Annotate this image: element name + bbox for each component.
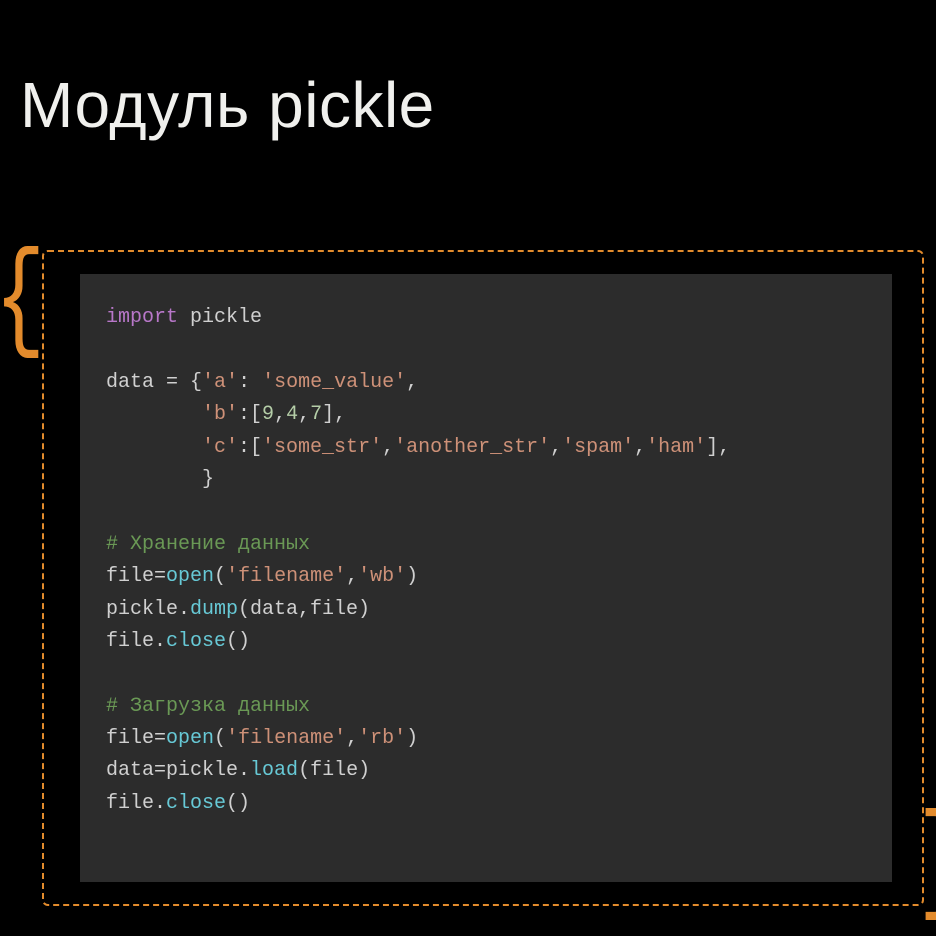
op-eq: = [154, 759, 166, 782]
id-file: file. [106, 792, 166, 815]
fn-close: close [166, 630, 226, 653]
slide-title: Модуль pickle [20, 68, 435, 142]
punc: ) [406, 727, 418, 750]
str-filename: 'filename' [226, 727, 346, 750]
punc: , [634, 436, 646, 459]
fn-open: open [166, 565, 214, 588]
punc: : [238, 371, 262, 394]
str-c: 'c' [202, 436, 238, 459]
punc: , [382, 436, 394, 459]
code-frame-wrapper: { } import pickle data = {'a': 'some_val… [42, 250, 924, 906]
str-ham: 'ham' [646, 436, 706, 459]
comment-store: # Хранение данных [106, 533, 310, 556]
fn-load: load [250, 759, 298, 782]
indent [106, 403, 202, 426]
num-7: 7 [310, 403, 322, 426]
code-block: import pickle data = {'a': 'some_value',… [80, 274, 892, 882]
num-9: 9 [262, 403, 274, 426]
str-wb: 'wb' [358, 565, 406, 588]
punc: :[ [238, 403, 262, 426]
punc: ( [214, 727, 226, 750]
punc: , [550, 436, 562, 459]
str-b: 'b' [202, 403, 238, 426]
id-pickle: pickle. [166, 759, 250, 782]
str-another-str: 'another_str' [394, 436, 550, 459]
id-file: file [106, 565, 154, 588]
fn-dump: dump [190, 598, 238, 621]
id-data: data [106, 759, 154, 782]
punc: ( [214, 565, 226, 588]
punc: , [298, 403, 310, 426]
id-file: file [106, 727, 154, 750]
punc: () [226, 630, 250, 653]
id-file: file. [106, 630, 166, 653]
str-spam: 'spam' [562, 436, 634, 459]
comment-load: # Загрузка данных [106, 695, 310, 718]
punc: ], [706, 436, 730, 459]
punc: :[ [238, 436, 262, 459]
op-eq: = [154, 565, 166, 588]
kw-import: import [106, 306, 178, 329]
punc: , [346, 565, 358, 588]
brace-left-icon: { [0, 242, 45, 362]
fn-close: close [166, 792, 226, 815]
num-4: 4 [286, 403, 298, 426]
fn-open: open [166, 727, 214, 750]
punc: , [346, 727, 358, 750]
op-eq: = [154, 727, 166, 750]
punc: (file) [298, 759, 370, 782]
op-eq: = [166, 371, 178, 394]
id-pickle: pickle [178, 306, 262, 329]
punc: , [274, 403, 286, 426]
punc: ], [322, 403, 346, 426]
str-filename: 'filename' [226, 565, 346, 588]
str-some-value: 'some_value' [262, 371, 406, 394]
punc: ) [406, 565, 418, 588]
punc: () [226, 792, 250, 815]
punc: (data,file) [238, 598, 370, 621]
id-data: data [106, 371, 166, 394]
indent [106, 436, 202, 459]
str-some-str: 'some_str' [262, 436, 382, 459]
punc: , [406, 371, 418, 394]
brace-right-icon: } [919, 804, 936, 924]
punc-close: } [106, 468, 214, 491]
id-pickle: pickle. [106, 598, 190, 621]
str-a: 'a' [202, 371, 238, 394]
str-rb: 'rb' [358, 727, 406, 750]
punc: { [178, 371, 202, 394]
